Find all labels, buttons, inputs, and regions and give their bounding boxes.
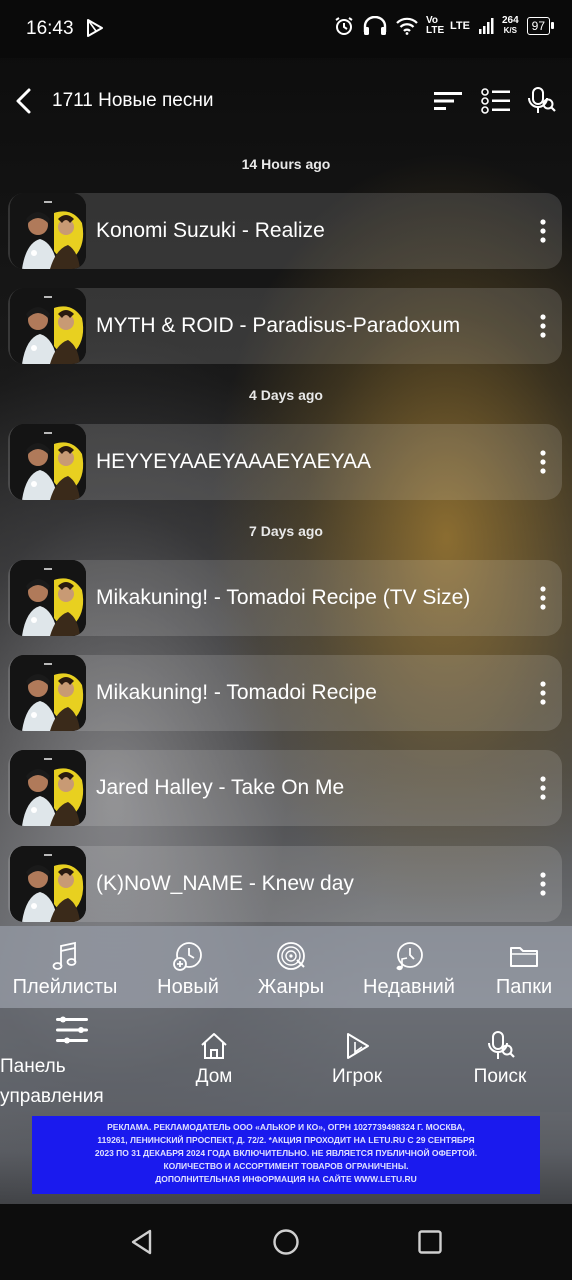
status-time: 16:43: [26, 18, 74, 39]
nav-label: управления: [0, 1086, 104, 1107]
play-store-icon: [87, 19, 103, 37]
category-label: Новый: [157, 976, 219, 998]
nav-player[interactable]: Игрок: [322, 1030, 392, 1088]
album-art: [10, 193, 86, 269]
category-genres[interactable]: Жанры: [248, 940, 334, 999]
headphones-icon: [363, 16, 387, 35]
player-icon: [347, 1033, 369, 1059]
ad-banner[interactable]: РЕКЛАМА. РЕКЛАМОДАТЕЛЬ ООО «АЛЬКОР И КО»…: [32, 1116, 540, 1194]
speed-unit: K/S: [503, 26, 517, 35]
ad-text-line: 119261, ЛЕНИНСКИЙ ПРОСПЕКТ, Д. 72/2. *АК…: [97, 1135, 475, 1145]
wifi-icon: [396, 17, 418, 35]
song-title: Mikakuning! - Tomadoi Recipe (TV Size): [96, 586, 471, 609]
more-options-icon[interactable]: [534, 446, 552, 478]
more-options-icon[interactable]: [534, 215, 552, 247]
system-back-icon[interactable]: [128, 1228, 156, 1256]
folder-icon: [510, 947, 538, 967]
network-speed: 264 K/S: [502, 16, 519, 36]
battery-indicator: 97: [526, 17, 555, 35]
volte-indicator: Vo LTE: [425, 15, 445, 36]
ad-text-line: РЕКЛАМА. РЕКЛАМОДАТЕЛЬ ООО «АЛЬКОР И КО»…: [107, 1122, 465, 1132]
song-row[interactable]: Mikakuning! - Tomadoi Recipe: [8, 655, 562, 731]
album-art: [10, 655, 86, 731]
more-options-icon[interactable]: [534, 582, 552, 614]
search-mic-icon[interactable]: [526, 86, 558, 116]
genres-icon: [277, 942, 305, 970]
bottom-navigation: Панель управления Дом Игрок Поиск: [0, 1008, 572, 1112]
ad-text-line: КОЛИЧЕСТВО И АССОРТИМЕНТ ТОВАРОВ ОГРАНИЧ…: [163, 1161, 409, 1171]
app-header: 1711 Новые песни: [0, 58, 572, 144]
nav-label: Панель: [0, 1056, 66, 1077]
category-bar: Плейлисты Новый Жанры Недавний Папки: [0, 926, 572, 1008]
album-art: [10, 846, 86, 922]
song-row[interactable]: MYTH & ROID - Paradisus-Paradoxum: [8, 288, 562, 364]
category-recent[interactable]: Недавний: [352, 940, 466, 999]
status-icons: Vo LTE LTE 264 K/S 97: [334, 15, 555, 36]
new-icon: [173, 942, 202, 971]
song-title: HEYYEYAAEYAAAEYAEYAA: [96, 450, 372, 473]
status-bar: 16:43 Vo LTE LTE 264 K/S 97: [0, 0, 572, 58]
alarm-icon: [335, 17, 353, 35]
album-art: [10, 424, 86, 500]
song-row[interactable]: HEYYEYAAEYAAAEYAEYAA: [8, 424, 562, 500]
nav-label: Поиск: [473, 1066, 527, 1087]
sort-icon[interactable]: [432, 86, 464, 116]
more-options-icon[interactable]: [534, 310, 552, 342]
signal-icon: [478, 18, 494, 34]
song-row[interactable]: (K)NoW_NAME - Knew day: [8, 846, 562, 922]
song-row[interactable]: Jared Halley - Take On Me: [8, 750, 562, 826]
recent-icon: [396, 942, 423, 971]
nav-label: Дом: [195, 1066, 233, 1087]
category-folders[interactable]: Папки: [488, 940, 560, 999]
more-options-icon[interactable]: [534, 772, 552, 804]
system-navigation-bar: [0, 1204, 572, 1280]
section-header: 14 Hours ago: [241, 156, 331, 172]
lte-indicator: LTE: [449, 20, 470, 32]
system-recents-icon[interactable]: [416, 1228, 444, 1256]
album-art: [10, 750, 86, 826]
category-label: Папки: [495, 976, 553, 998]
page-title: 1711 Новые песни: [52, 90, 214, 111]
back-icon[interactable]: [12, 86, 36, 116]
song-title: MYTH & ROID - Paradisus-Paradoxum: [96, 314, 461, 337]
ad-text-line: 2023 ПО 31 ДЕКАБРЯ 2024 ГОДА ВКЛЮЧИТЕЛЬН…: [94, 1148, 478, 1158]
song-title: Jared Halley - Take On Me: [96, 776, 345, 799]
section-header: 4 Days ago: [249, 387, 323, 403]
nav-label: Игрок: [331, 1066, 383, 1087]
list-select-icon[interactable]: [480, 86, 512, 116]
category-new[interactable]: Новый: [146, 940, 230, 999]
playlist-icon: [52, 941, 77, 970]
song-title: (K)NoW_NAME - Knew day: [96, 872, 354, 895]
nav-search[interactable]: Поиск: [464, 1030, 536, 1088]
album-art: [10, 560, 86, 636]
album-art: [10, 288, 86, 364]
speed-value: 264: [501, 15, 519, 26]
song-title: Mikakuning! - Tomadoi Recipe: [96, 681, 377, 704]
search-icon: [488, 1031, 515, 1059]
more-options-icon[interactable]: [534, 868, 552, 900]
menu-icon: [56, 1016, 88, 1044]
home-icon: [201, 1033, 227, 1059]
more-options-icon[interactable]: [534, 677, 552, 709]
category-label: Плейлисты: [12, 976, 118, 998]
song-title: Konomi Suzuki - Realize: [96, 219, 325, 242]
category-label: Жанры: [257, 976, 325, 998]
song-row[interactable]: Mikakuning! - Tomadoi Recipe (TV Size): [8, 560, 562, 636]
song-row[interactable]: Konomi Suzuki - Realize: [8, 193, 562, 269]
category-label: Недавний: [363, 976, 455, 998]
nav-home[interactable]: Дом: [178, 1030, 250, 1088]
nav-control-panel[interactable]: Панель управления: [0, 1012, 118, 1112]
ad-text-line: ДОПОЛНИТЕЛЬНАЯ ИНФОРМАЦИЯ НА САЙТЕ WWW.L…: [155, 1174, 417, 1184]
system-home-icon[interactable]: [272, 1228, 300, 1256]
category-playlists[interactable]: Плейлисты: [6, 940, 124, 999]
section-header: 7 Days ago: [249, 523, 323, 539]
